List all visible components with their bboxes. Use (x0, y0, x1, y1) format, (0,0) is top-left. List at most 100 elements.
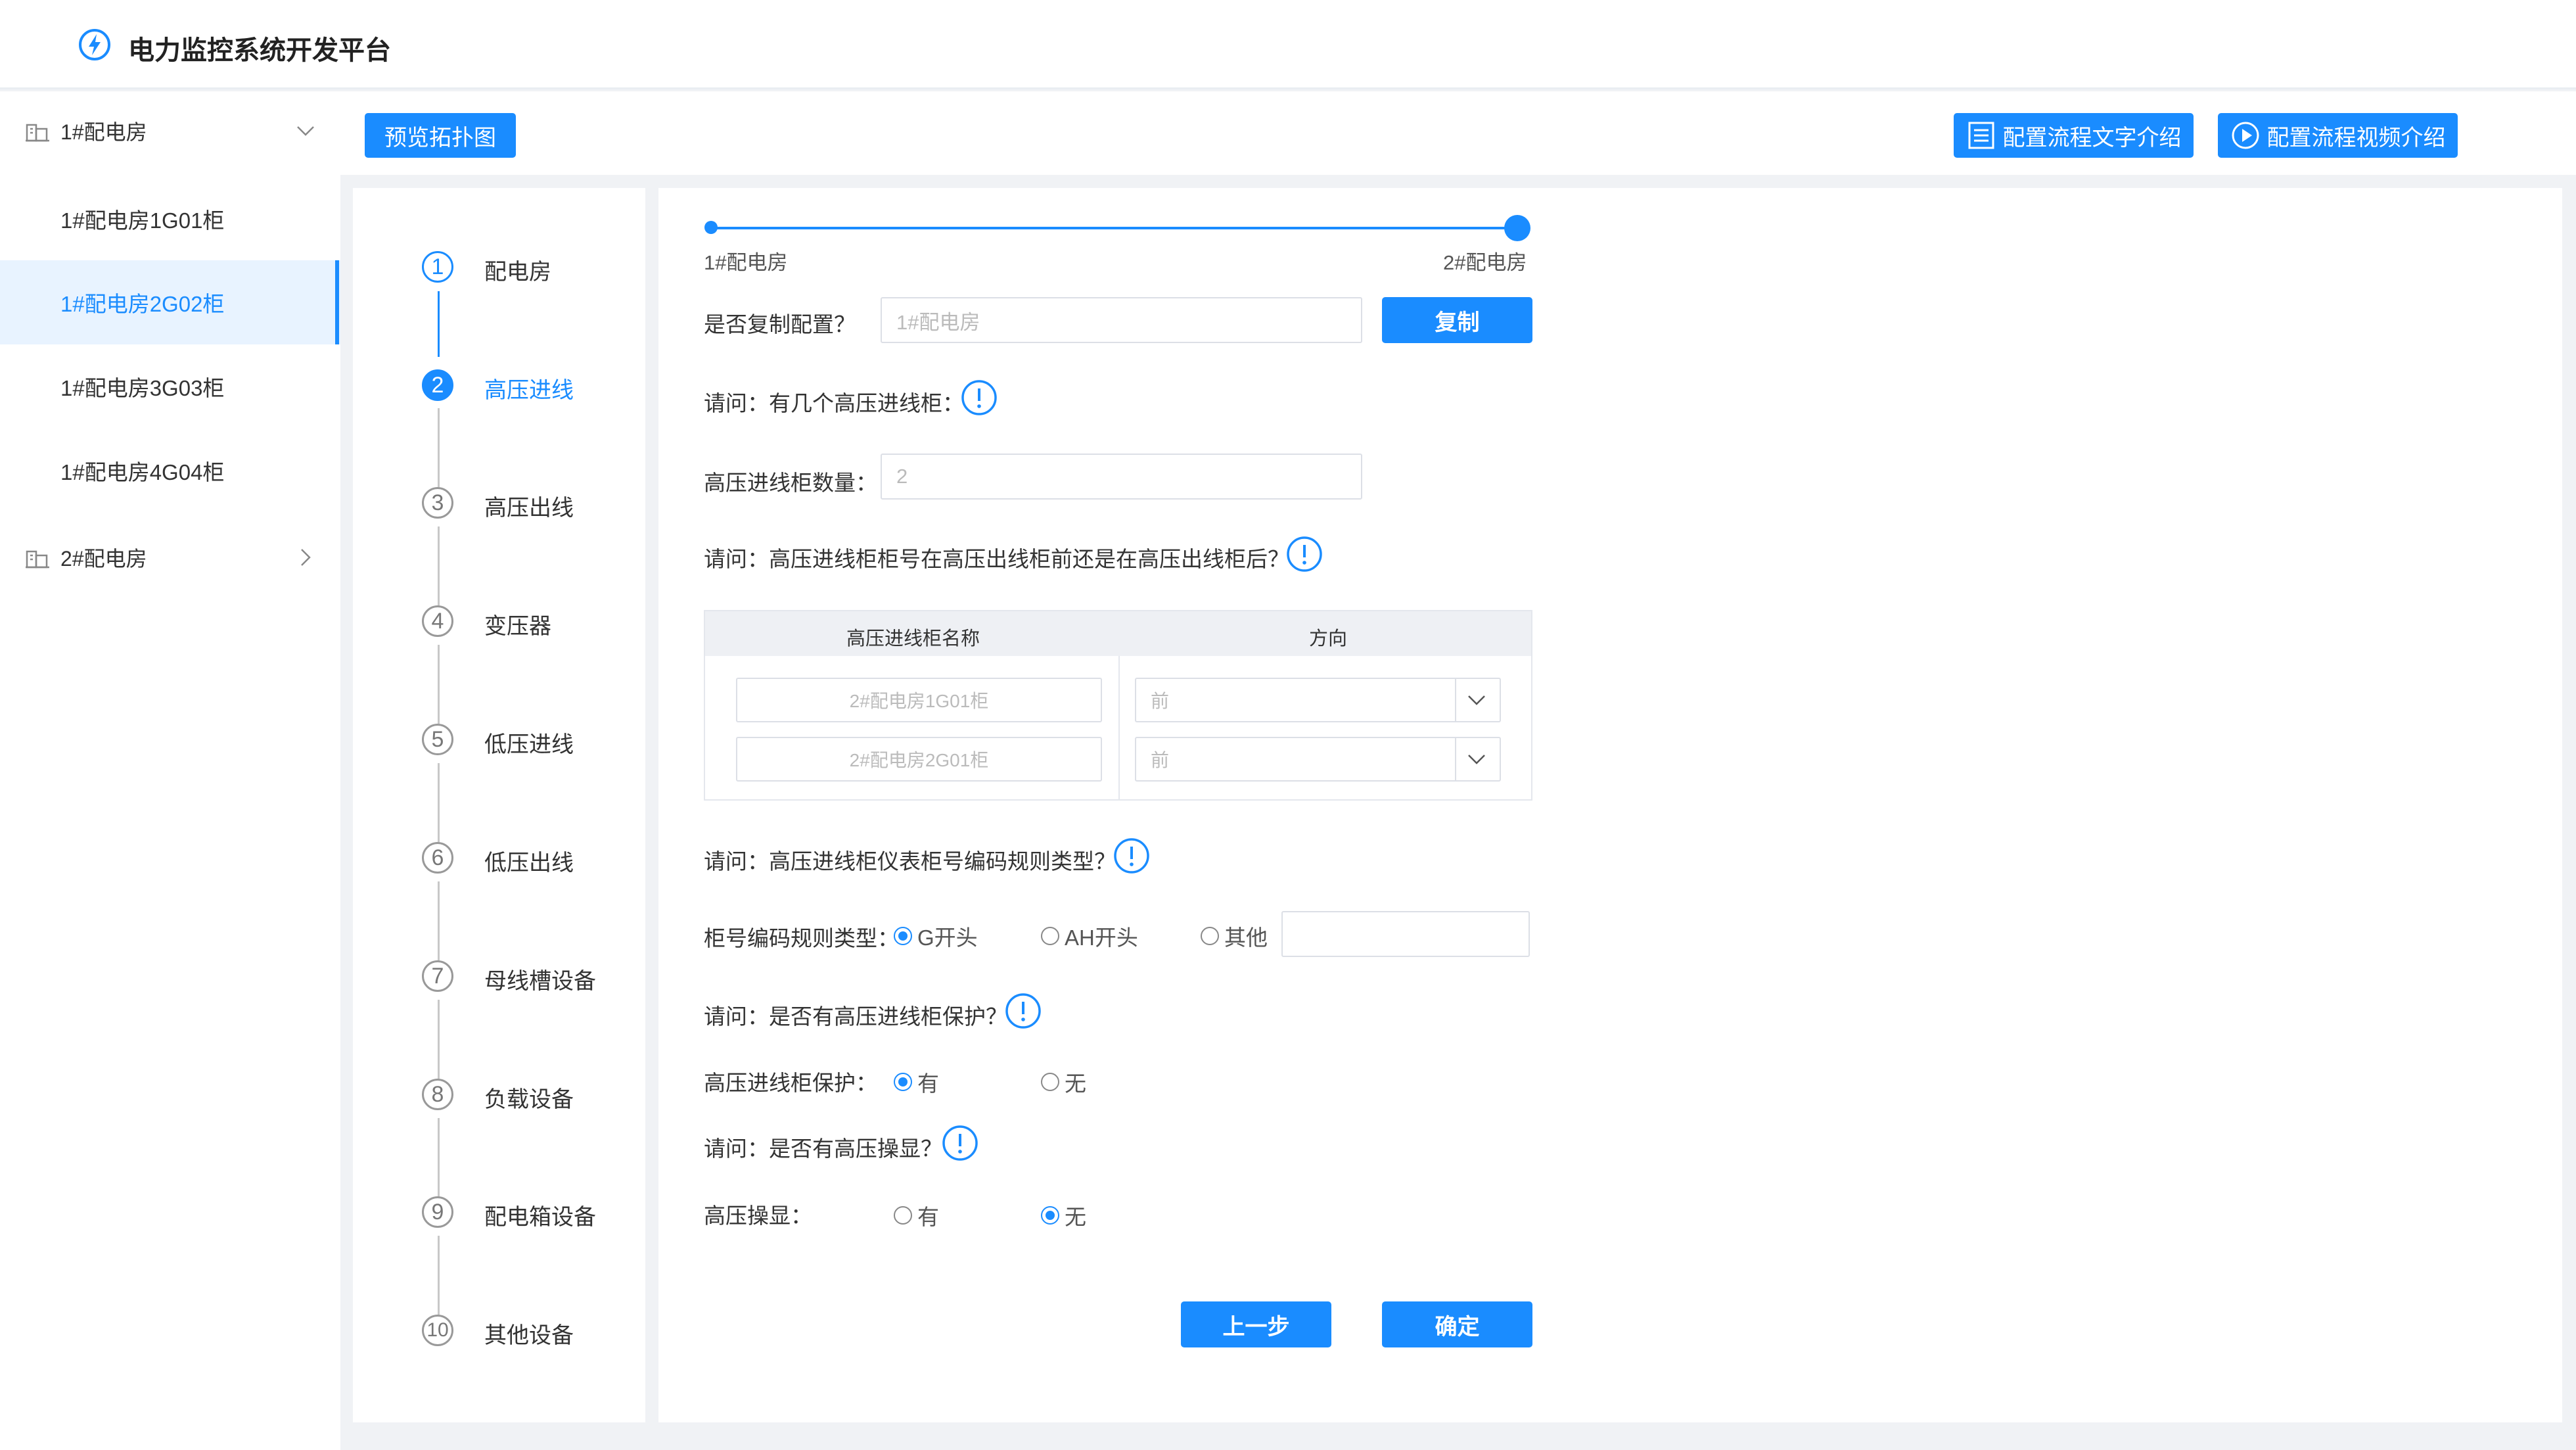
radio-protection-no[interactable]: 无 (1041, 1066, 1086, 1098)
step-label: 低压出线 (484, 851, 574, 876)
step-2[interactable]: 2 高压进线 (353, 363, 645, 409)
info-icon[interactable] (1004, 992, 1042, 1030)
info-icon[interactable] (960, 379, 998, 417)
protection-label: 高压进线柜保护： (704, 1071, 877, 1095)
radio-label: G开头 (917, 925, 978, 950)
step-label: 高压进线 (484, 378, 574, 403)
play-circle-icon (2232, 122, 2259, 149)
step-label: 负载设备 (484, 1087, 574, 1112)
step-connector (438, 291, 440, 357)
video-intro-button[interactable]: 配置流程视频介绍 (2218, 113, 2458, 158)
radio-display-yes[interactable]: 有 (894, 1200, 939, 1231)
chevron-down-icon (1468, 755, 1485, 764)
step-number: 10 (422, 1315, 453, 1346)
step-connector (438, 881, 440, 960)
slider-handle[interactable] (1504, 215, 1530, 241)
sidebar-group-room1[interactable]: 1#配电房 (0, 91, 340, 170)
slider-left-label: 1#配电房 (704, 251, 788, 274)
radio-dot (1041, 1073, 1059, 1091)
step-3[interactable]: 3 高压出线 (353, 480, 645, 526)
rule-label: 柜号编码规则类型： (704, 926, 899, 950)
radio-display-no[interactable]: 无 (1041, 1200, 1086, 1231)
app-title: 电力监控系统开发平台 (128, 36, 391, 65)
text-intro-button[interactable]: 配置流程文字介绍 (1954, 113, 2194, 158)
step-number: 3 (422, 487, 453, 519)
question-display: 请问：是否有高压操显？ (704, 1136, 942, 1161)
radio-label: 无 (1065, 1071, 1086, 1096)
sidebar-item-2g02[interactable]: 1#配电房2G02柜 (0, 260, 340, 344)
radio-label: 无 (1065, 1205, 1086, 1229)
step-5[interactable]: 5 低压进线 (353, 717, 645, 763)
chevron-down-icon (1468, 695, 1485, 705)
info-icon[interactable] (941, 1124, 979, 1162)
step-label: 低压进线 (484, 732, 574, 757)
direction-select[interactable]: 前 (1135, 678, 1501, 722)
radio-dot (894, 1073, 912, 1091)
step-label: 母线槽设备 (484, 969, 596, 994)
sidebar-item-label: 1#配电房2G02柜 (60, 292, 225, 316)
step-connector (438, 645, 440, 724)
radio-other[interactable]: 其他 (1201, 920, 1268, 952)
step-9[interactable]: 9 配电箱设备 (353, 1190, 645, 1236)
step-6[interactable]: 6 低压出线 (353, 835, 645, 881)
radio-ah-prefix[interactable]: AH开头 (1041, 920, 1138, 952)
count-label: 高压进线柜数量： (704, 471, 877, 495)
direction-value: 前 (1151, 691, 1170, 711)
radio-protection-yes[interactable]: 有 (894, 1066, 939, 1098)
cabinet-count-input[interactable]: 2 (881, 454, 1362, 500)
select-divider (1455, 678, 1456, 722)
step-connector (438, 1236, 440, 1315)
step-number: 7 (422, 960, 453, 992)
step-10[interactable]: 10 其他设备 (353, 1308, 645, 1354)
question-rule: 请问：高压进线柜仪表柜号编码规则类型？ (704, 849, 1116, 874)
step-connector (438, 1118, 440, 1197)
copy-question: 是否复制配置？ (704, 312, 856, 337)
table-header: 高压进线柜名称 方向 (705, 611, 1531, 656)
direction-select[interactable]: 前 (1135, 737, 1501, 782)
cabinet-name-input[interactable]: 2#配电房2G01柜 (736, 737, 1102, 782)
sidebar-item-1g01[interactable]: 1#配电房1G01柜 (0, 177, 340, 261)
chevron-right-icon (301, 549, 311, 566)
text-intro-label: 配置流程文字介绍 (2002, 125, 2182, 151)
radio-label: 其他 (1224, 925, 1268, 950)
copy-source-input[interactable]: 1#配电房 (881, 297, 1362, 343)
step-connector (438, 1000, 440, 1079)
room-slider-track[interactable] (711, 227, 1517, 229)
config-form-panel (658, 188, 2562, 1422)
chevron-down-icon (297, 126, 314, 136)
preview-topology-button[interactable]: 预览拓扑图 (365, 113, 516, 158)
confirm-button[interactable]: 确定 (1382, 1301, 1532, 1347)
radio-dot (1041, 927, 1059, 945)
sidebar-item-label: 1#配电房4G04柜 (60, 460, 225, 484)
step-8[interactable]: 8 负载设备 (353, 1072, 645, 1118)
radio-dot (894, 927, 912, 945)
sidebar-item-4g04[interactable]: 1#配电房4G04柜 (0, 429, 340, 513)
sidebar-item-3g03[interactable]: 1#配电房3G03柜 (0, 344, 340, 429)
display-label: 高压操显： (704, 1204, 812, 1228)
radio-dot (894, 1206, 912, 1225)
radio-g-prefix[interactable]: G开头 (894, 920, 978, 952)
step-number: 6 (422, 842, 453, 874)
document-list-icon (1968, 122, 1994, 149)
info-icon[interactable] (1113, 837, 1151, 875)
sidebar-item-label: 1#配电房1G01柜 (60, 208, 225, 233)
step-label: 高压出线 (484, 496, 574, 521)
step-1[interactable]: 1 配电房 (353, 245, 645, 291)
cabinet-name-input[interactable]: 2#配电房1G01柜 (736, 678, 1102, 722)
radio-label: 有 (917, 1071, 939, 1096)
radio-dot (1201, 927, 1219, 945)
select-divider (1455, 737, 1456, 781)
info-icon[interactable] (1285, 535, 1323, 573)
step-7[interactable]: 7 母线槽设备 (353, 954, 645, 1000)
copy-button[interactable]: 复制 (1382, 297, 1532, 343)
question-protection: 请问：是否有高压进线柜保护？ (704, 1004, 1007, 1029)
other-rule-input[interactable] (1281, 911, 1530, 957)
step-4[interactable]: 4 变压器 (353, 599, 645, 645)
sidebar-group-label: 1#配电房 (60, 120, 147, 144)
column-header-direction: 方向 (1309, 628, 1348, 649)
step-connector (438, 526, 440, 605)
sidebar-group-room2[interactable]: 2#配电房 (0, 518, 340, 597)
previous-step-button[interactable]: 上一步 (1181, 1301, 1331, 1347)
step-label: 变压器 (484, 614, 551, 639)
step-label: 其他设备 (484, 1323, 574, 1348)
